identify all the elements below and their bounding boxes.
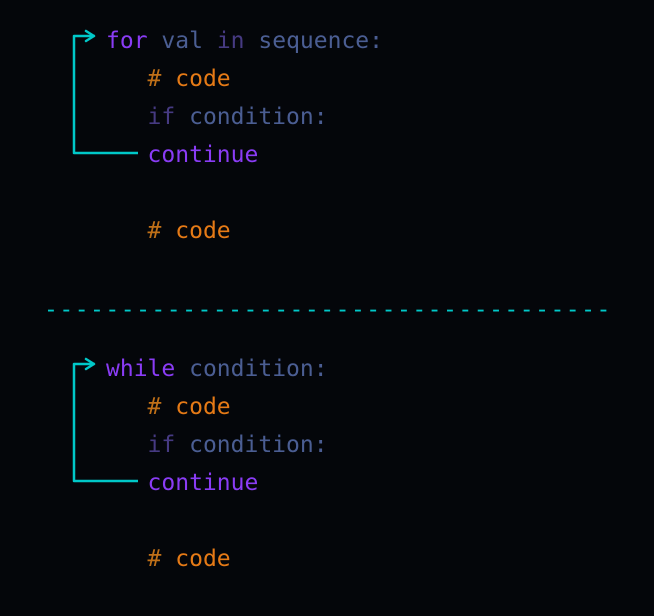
comment-text: code [175,218,230,244]
blank-line [106,502,328,540]
continue-to-for-arrow-icon [66,28,146,158]
comment-hash: # [148,66,162,92]
colon: : [314,104,328,130]
keyword-if: if [148,432,176,458]
comment-line: # code [106,212,383,250]
comment-text: code [175,66,230,92]
identifier-condition: condition [189,432,314,458]
for-line: for val in sequence: [106,22,383,60]
keyword-continue: continue [148,142,259,168]
continue-to-while-arrow-icon [66,356,146,486]
comment-text: code [175,394,230,420]
identifier-condition: condition [189,356,314,382]
for-loop-block: for val in sequence: # code if condition… [106,22,383,250]
comment-hash: # [148,218,162,244]
comment-line: # code [106,60,383,98]
keyword-continue: continue [148,470,259,496]
identifier-condition: condition [189,104,314,130]
keyword-in: in [217,28,245,54]
comment-hash: # [148,394,162,420]
comment-hash: # [148,546,162,572]
blank-line [106,174,383,212]
section-divider: ---------------------------------------- [44,297,612,323]
identifier-val: val [161,28,203,54]
identifier-sequence: sequence [258,28,369,54]
colon: : [314,432,328,458]
colon: : [369,28,383,54]
continue-line: continue [106,136,383,174]
colon: : [314,356,328,382]
comment-text: code [175,546,230,572]
keyword-if: if [148,104,176,130]
if-line: if condition: [106,98,383,136]
comment-line: # code [106,540,328,578]
